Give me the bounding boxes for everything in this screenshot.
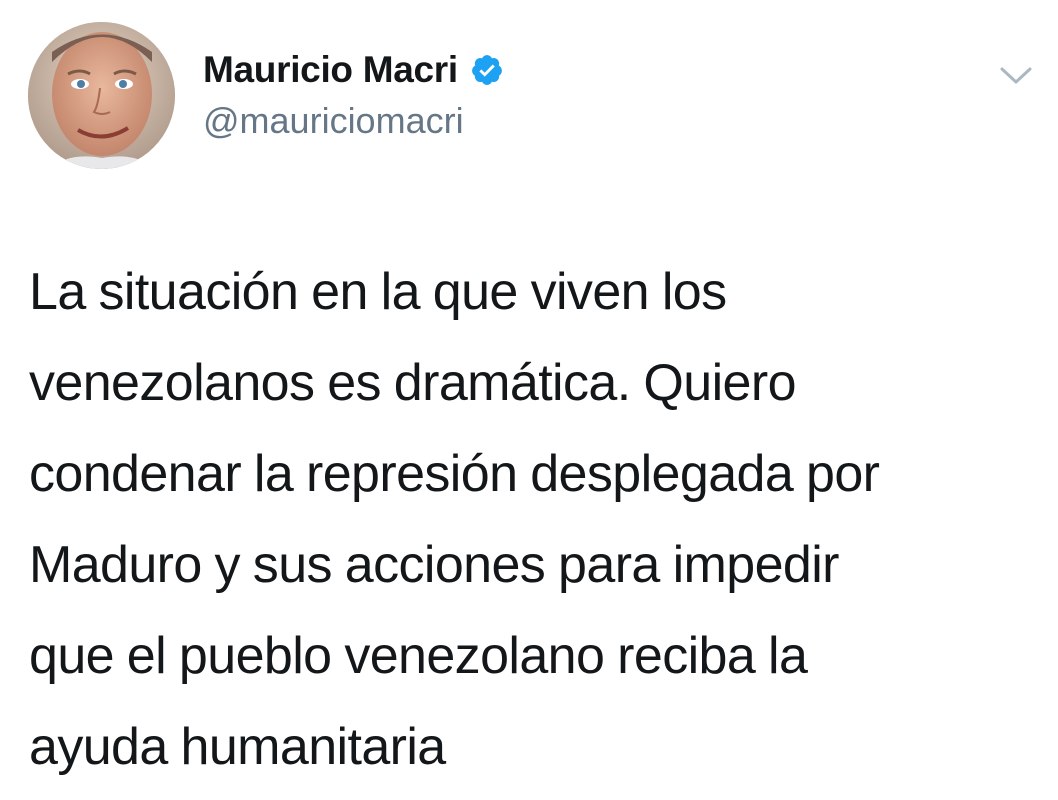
author-name[interactable]: Mauricio Macri (203, 49, 458, 91)
author-name-row: Mauricio Macri (203, 46, 504, 94)
tweet-text-line: condenar la represión desplegada por (29, 445, 880, 503)
tweet-text-line: ayuda humanitaria (29, 718, 446, 776)
author-handle[interactable]: @mauriciomacri (203, 100, 464, 142)
tweet-text-line: venezolanos es dramática. Quiero (29, 354, 796, 412)
tweet-text-line: que el pueblo venezolano reciba la (29, 627, 808, 685)
tweet-text: La situación en la que viven los venezol… (29, 247, 1039, 793)
avatar[interactable] (28, 22, 175, 169)
verified-badge-icon (470, 53, 504, 87)
chevron-down-icon[interactable] (996, 60, 1036, 90)
tweet-text-line: La situación en la que viven los (29, 263, 727, 321)
tweet-card: Mauricio Macri @mauriciomacri La situaci… (0, 0, 1058, 800)
tweet-text-line: Maduro y sus acciones para impedir (29, 536, 839, 594)
